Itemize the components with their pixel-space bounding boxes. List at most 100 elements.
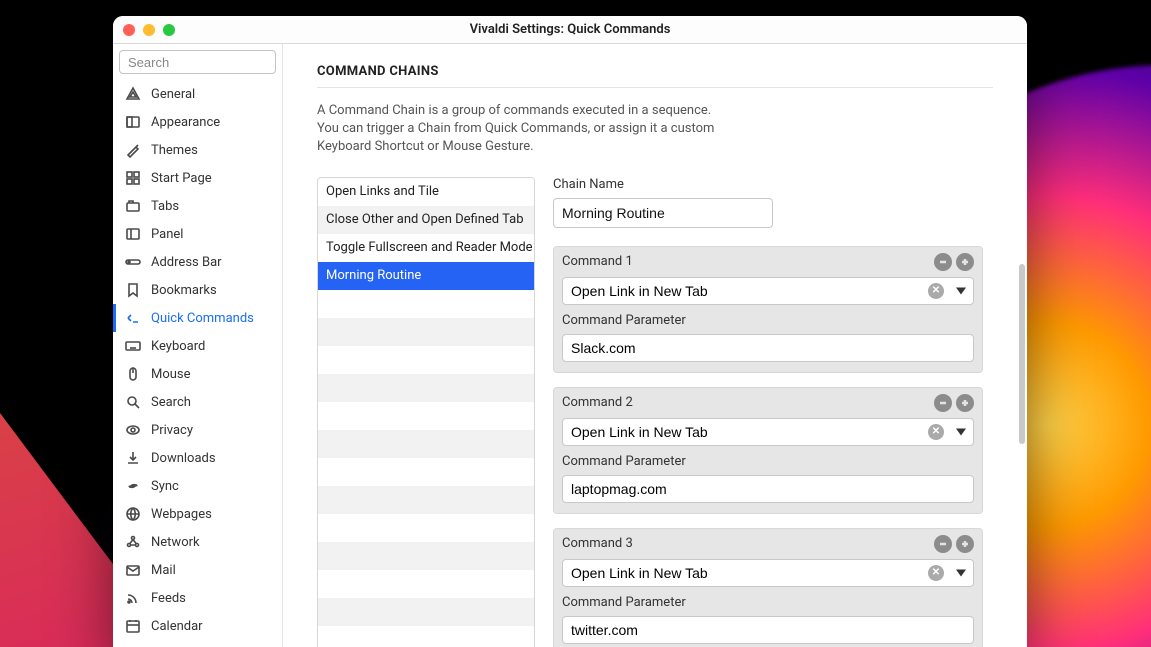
- command-card: Command 1Command Parameter: [553, 246, 983, 373]
- sidebar-item-address-bar[interactable]: Address Bar: [113, 248, 282, 276]
- sidebar-item-quick-commands[interactable]: Quick Commands: [113, 304, 282, 332]
- sidebar-item-label: Webpages: [151, 507, 212, 522]
- network-icon: [125, 534, 141, 550]
- chain-list-empty-row: [318, 570, 534, 598]
- chain-name-input[interactable]: [553, 198, 773, 228]
- chain-list-empty-row: [318, 542, 534, 570]
- clear-command-icon[interactable]: [928, 283, 944, 299]
- command-select[interactable]: [562, 277, 974, 305]
- titlebar: Vivaldi Settings: Quick Commands: [113, 16, 1027, 44]
- sidebar-item-keyboard[interactable]: Keyboard: [113, 332, 282, 360]
- command-head-label: Command 1: [562, 254, 633, 269]
- add-command-button[interactable]: [956, 535, 974, 553]
- chain-list-empty-row: [318, 458, 534, 486]
- command-parameter-input[interactable]: [562, 616, 974, 644]
- dropdown-caret-icon[interactable]: [956, 428, 966, 435]
- sidebar-item-label: Privacy: [151, 423, 193, 438]
- chain-editor: Chain Name Command 1Command ParameterCom…: [553, 177, 983, 647]
- sidebar-item-mail[interactable]: Mail: [113, 556, 282, 584]
- sidebar: General AppearanceThemes Start Page Tabs Pan…: [113, 44, 283, 647]
- sidebar-item-appearance[interactable]: Appearance: [113, 108, 282, 136]
- window-zoom-button[interactable]: [163, 24, 175, 36]
- add-command-button[interactable]: [956, 394, 974, 412]
- sidebar-item-calendar[interactable]: Calendar: [113, 612, 282, 640]
- search-input[interactable]: [119, 50, 276, 74]
- sync-icon: [125, 478, 141, 494]
- bookmarks-icon: [125, 282, 141, 298]
- sidebar-item-mouse[interactable]: Mouse: [113, 360, 282, 388]
- startpage-icon: [125, 170, 141, 186]
- window-minimize-button[interactable]: [143, 24, 155, 36]
- addressbar-icon: [125, 254, 141, 270]
- dropdown-caret-icon[interactable]: [956, 287, 966, 294]
- command-head-label: Command 3: [562, 536, 633, 551]
- command-select[interactable]: [562, 418, 974, 446]
- chain-list-empty-row: [318, 290, 534, 318]
- chain-name-label: Chain Name: [553, 177, 983, 192]
- chain-list-item[interactable]: Toggle Fullscreen and Reader Mode: [318, 234, 534, 262]
- sidebar-item-label: Tabs: [151, 199, 179, 214]
- traffic-lights: [123, 24, 175, 36]
- command-head-label: Command 2: [562, 395, 633, 410]
- section-title: COMMAND CHAINS: [317, 64, 993, 79]
- remove-command-button[interactable]: [934, 535, 952, 553]
- sidebar-item-label: Downloads: [151, 451, 216, 466]
- sidebar-item-start-page[interactable]: Start Page: [113, 164, 282, 192]
- scrollbar-thumb[interactable]: [1019, 264, 1025, 444]
- keyboard-icon: [125, 338, 141, 354]
- chain-list-item[interactable]: Open Links and Tile: [318, 178, 534, 206]
- sidebar-item-label: Panel: [151, 227, 183, 242]
- sidebar-item-tabs[interactable]: Tabs: [113, 192, 282, 220]
- sidebar-item-privacy[interactable]: Privacy: [113, 416, 282, 444]
- dropdown-caret-icon[interactable]: [956, 569, 966, 576]
- mouse-icon: [125, 366, 141, 382]
- chain-list-item[interactable]: Close Other and Open Defined Tab: [318, 206, 534, 234]
- sidebar-item-search[interactable]: Search: [113, 388, 282, 416]
- sidebar-item-label: Bookmarks: [151, 283, 217, 298]
- sidebar-item-label: Mouse: [151, 367, 191, 382]
- sidebar-item-label: Start Page: [151, 171, 212, 186]
- chain-list-empty-row: [318, 486, 534, 514]
- webpages-icon: [125, 506, 141, 522]
- chain-list-item[interactable]: Morning Routine: [318, 262, 534, 290]
- sidebar-item-label: General: [151, 87, 195, 102]
- sidebar-item-bookmarks[interactable]: Bookmarks: [113, 276, 282, 304]
- remove-command-button[interactable]: [934, 253, 952, 271]
- sidebar-item-sync[interactable]: Sync: [113, 472, 282, 500]
- command-select[interactable]: [562, 559, 974, 587]
- remove-command-button[interactable]: [934, 394, 952, 412]
- sidebar-item-feeds[interactable]: Feeds: [113, 584, 282, 612]
- sidebar-item-general[interactable]: General: [113, 80, 282, 108]
- content-area: COMMAND CHAINS A Command Chain is a grou…: [283, 44, 1027, 647]
- sidebar-item-themes[interactable]: Themes: [113, 136, 282, 164]
- sidebar-item-label: Address Bar: [151, 255, 222, 270]
- command-parameter-input[interactable]: [562, 475, 974, 503]
- sidebar-item-downloads[interactable]: Downloads: [113, 444, 282, 472]
- tabs-icon: [125, 198, 141, 214]
- chain-list-empty-row: [318, 430, 534, 458]
- sidebar-item-label: Calendar: [151, 619, 203, 634]
- panel-icon: [125, 226, 141, 242]
- appearance-icon: [125, 114, 141, 130]
- sidebar-item-label: Keyboard: [151, 339, 205, 354]
- window-title: Vivaldi Settings: Quick Commands: [470, 22, 671, 37]
- sidebar-nav: General AppearanceThemes Start Page Tabs Pan…: [113, 80, 282, 647]
- sidebar-item-label: Search: [151, 395, 191, 410]
- chain-list-empty-row: [318, 318, 534, 346]
- quickcommands-icon: [125, 310, 141, 326]
- sidebar-item-panel[interactable]: Panel: [113, 220, 282, 248]
- divider: [317, 87, 993, 88]
- sidebar-item-label: Mail: [151, 563, 176, 578]
- chain-list-empty-row: [318, 514, 534, 542]
- clear-command-icon[interactable]: [928, 424, 944, 440]
- sidebar-item-label: Sync: [151, 479, 179, 494]
- command-parameter-label: Command Parameter: [562, 454, 974, 469]
- themes-icon: [125, 142, 141, 158]
- sidebar-item-webpages[interactable]: Webpages: [113, 500, 282, 528]
- command-parameter-input[interactable]: [562, 334, 974, 362]
- window-close-button[interactable]: [123, 24, 135, 36]
- chain-list-empty-row: [318, 626, 534, 647]
- sidebar-item-network[interactable]: Network: [113, 528, 282, 556]
- clear-command-icon[interactable]: [928, 565, 944, 581]
- add-command-button[interactable]: [956, 253, 974, 271]
